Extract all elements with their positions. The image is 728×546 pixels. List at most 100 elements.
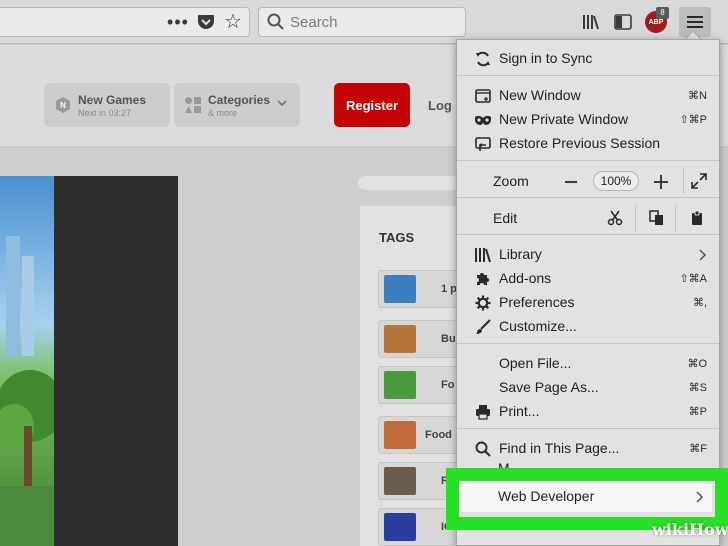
- menu-separator: [457, 197, 719, 198]
- tag-label: Bu: [441, 333, 456, 345]
- restore-session-icon: [474, 135, 492, 153]
- puzzle-icon: [474, 270, 492, 288]
- menu-separator: [457, 234, 719, 235]
- search-input[interactable]: Search: [258, 7, 466, 37]
- zoom-label: Zoom: [493, 173, 529, 189]
- new-private-window-shortcut: ⇧⌘P: [679, 114, 707, 126]
- new-window-icon: [474, 87, 492, 105]
- addons-item[interactable]: Add-ons ⇧⌘A: [457, 267, 719, 291]
- paste-icon[interactable]: [689, 210, 705, 226]
- hamburger-icon: [687, 16, 703, 28]
- edit-label: Edit: [493, 210, 518, 226]
- preferences-item[interactable]: Preferences ⌘,: [457, 291, 719, 315]
- sign-in-sync-label: Sign in to Sync: [499, 50, 593, 66]
- search-icon: [474, 440, 492, 458]
- search-icon: [267, 13, 284, 30]
- chevron-right-icon: [696, 491, 704, 503]
- menu-separator: [457, 428, 719, 429]
- save-page-item[interactable]: Save Page As... ⌘S: [457, 376, 719, 400]
- tag-thumbnail: [384, 421, 416, 449]
- new-window-item[interactable]: New Window ⌘N: [457, 84, 719, 108]
- chevron-right-icon: [699, 249, 707, 261]
- restore-session-label: Restore Previous Session: [499, 135, 661, 151]
- print-shortcut: ⌘P: [688, 406, 707, 418]
- library-icon: [474, 246, 492, 264]
- svg-text:N: N: [60, 101, 66, 110]
- search-pill: [358, 176, 468, 190]
- gear-icon: [474, 294, 492, 312]
- web-developer-item[interactable]: Web Developer: [460, 482, 712, 512]
- menu-divider: [675, 205, 676, 231]
- save-page-label: Save Page As...: [499, 379, 599, 395]
- new-games-countdown: Next in 03:27: [78, 108, 132, 118]
- save-page-shortcut: ⌘S: [688, 382, 707, 394]
- categories-label: Categories: [208, 93, 271, 107]
- preferences-shortcut: ⌘,: [692, 297, 707, 309]
- sidebar-icon[interactable]: [613, 12, 633, 32]
- bookmark-star-icon[interactable]: ☆: [222, 10, 244, 33]
- game-preview-image[interactable]: [0, 176, 54, 546]
- find-in-page-shortcut: ⌘F: [689, 443, 707, 455]
- chevron-down-icon: [277, 100, 287, 107]
- fullscreen-icon[interactable]: [691, 173, 707, 189]
- new-window-label: New Window: [499, 87, 581, 103]
- categories-sub: & more: [208, 108, 238, 118]
- browser-toolbar: ••• ☆ Search ABP 8: [0, 0, 728, 44]
- register-button[interactable]: Register: [334, 83, 410, 127]
- library-icon[interactable]: [580, 11, 602, 33]
- preferences-label: Preferences: [499, 294, 575, 310]
- library-label: Library: [499, 246, 542, 262]
- customize-item[interactable]: Customize...: [457, 315, 719, 339]
- addons-shortcut: ⇧⌘A: [679, 273, 707, 285]
- print-label: Print...: [499, 403, 540, 419]
- tag-thumbnail: [384, 371, 416, 399]
- tag-label: Fo: [441, 379, 455, 391]
- zoom-in-icon[interactable]: [652, 173, 670, 191]
- cut-icon[interactable]: [607, 210, 623, 226]
- tag-thumbnail: [384, 325, 416, 353]
- addons-label: Add-ons: [499, 270, 552, 286]
- adblock-label: ABP: [648, 18, 664, 26]
- printer-icon: [474, 403, 492, 421]
- tag-label: Food: [425, 429, 452, 441]
- print-item[interactable]: Print... ⌘P: [457, 400, 719, 424]
- categories-button[interactable]: Categories & more: [174, 83, 300, 127]
- open-file-label: Open File...: [499, 355, 572, 371]
- new-games-icon: N: [56, 97, 70, 113]
- find-in-page-item[interactable]: Find in This Page... ⌘F: [457, 437, 719, 461]
- open-file-item[interactable]: Open File... ⌘O: [457, 352, 719, 376]
- library-item[interactable]: Library: [457, 243, 719, 267]
- new-private-window-item[interactable]: New Private Window ⇧⌘P: [457, 108, 719, 132]
- new-window-shortcut: ⌘N: [688, 90, 707, 102]
- adblock-badge: 8: [656, 7, 669, 19]
- find-in-page-label: Find in This Page...: [499, 440, 620, 456]
- menu-divider: [683, 168, 684, 194]
- tag-thumbnail: [384, 275, 416, 303]
- web-developer-label: Web Developer: [498, 488, 595, 504]
- open-file-shortcut: ⌘O: [687, 358, 707, 370]
- search-placeholder: Search: [290, 14, 338, 31]
- page-actions-icon[interactable]: •••: [167, 12, 188, 32]
- menu-separator: [457, 343, 719, 344]
- menu-divider: [635, 205, 636, 231]
- restore-session-item[interactable]: Restore Previous Session: [457, 132, 719, 156]
- copy-icon[interactable]: [649, 210, 665, 226]
- sign-in-sync-item[interactable]: Sign in to Sync: [457, 47, 719, 71]
- zoom-reset-button[interactable]: 100%: [593, 171, 639, 191]
- zoom-out-icon[interactable]: [563, 174, 579, 190]
- game-panel: [54, 176, 178, 546]
- tag-thumbnail: [384, 467, 416, 495]
- sync-icon: [474, 50, 492, 68]
- new-games-button[interactable]: N New Games Next in 03:27: [44, 83, 170, 127]
- private-mask-icon: [474, 111, 492, 129]
- new-private-window-label: New Private Window: [499, 111, 629, 127]
- menu-separator: [457, 75, 719, 76]
- pocket-icon[interactable]: [196, 12, 216, 32]
- menu-separator: [457, 160, 719, 161]
- tag-label: 1 p: [441, 283, 457, 295]
- paintbrush-icon: [474, 318, 492, 336]
- categories-icon: [185, 97, 201, 113]
- customize-label: Customize...: [499, 318, 577, 334]
- new-games-label: New Games: [78, 93, 147, 107]
- tag-thumbnail: [384, 513, 416, 541]
